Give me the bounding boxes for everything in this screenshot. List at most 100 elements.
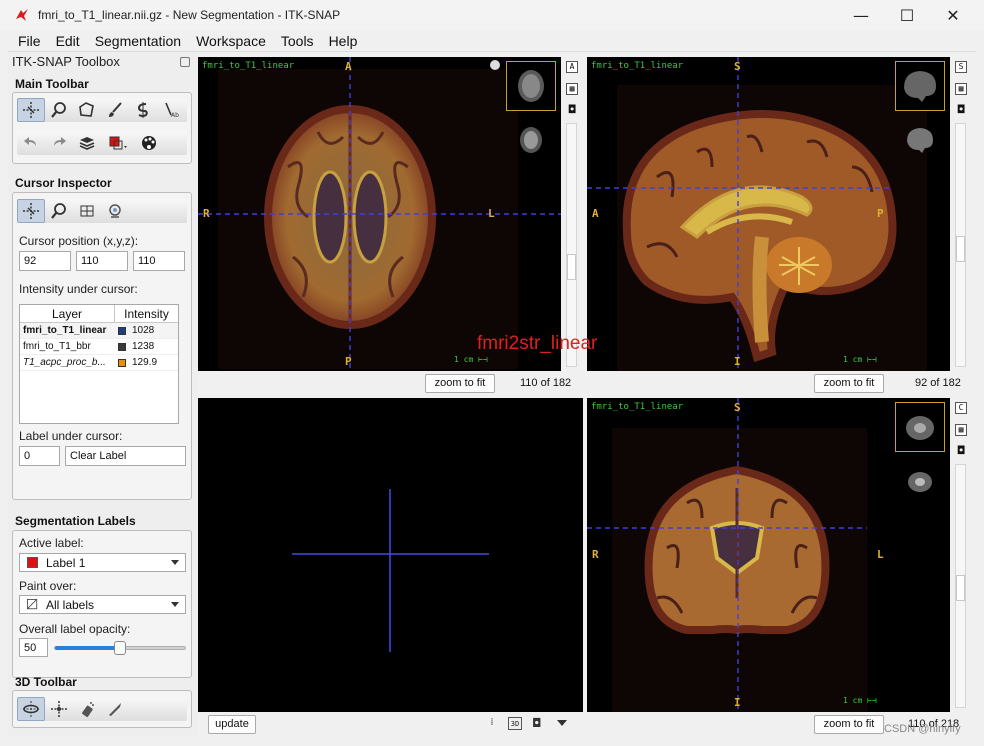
coronal-thumbnail-2[interactable] — [901, 462, 939, 500]
chevron-down-icon[interactable] — [557, 720, 567, 726]
close-button[interactable]: ✕ — [930, 0, 976, 30]
undo-icon[interactable] — [17, 131, 45, 155]
opacity-slider[interactable] — [54, 641, 186, 655]
coronal-zoom-to-fit-button[interactable]: zoom to fit — [814, 715, 884, 734]
watermark: CSDN @hlnylfy — [884, 723, 961, 735]
view-options-icon[interactable] — [490, 60, 500, 70]
table-row[interactable]: fmri_to_T1_linear 1028 — [20, 323, 178, 339]
coronal-orient-top: S — [734, 401, 741, 414]
redo-icon[interactable] — [45, 131, 73, 155]
crosshair-mode-icon[interactable] — [17, 199, 45, 223]
coronal-thumbnail-active[interactable] — [895, 402, 945, 452]
table-row[interactable]: T1_acpc_proc_b... 129.9 — [20, 355, 178, 371]
axial-view[interactable]: fmri_to_T1_linear A P R L 1 cm ⊢⊣ — [198, 57, 561, 371]
all-labels-icon — [27, 599, 38, 610]
render-options-icon[interactable]: ⁞ — [485, 717, 499, 731]
undock-icon[interactable] — [180, 57, 190, 67]
cursor-position-label: Cursor position (x,y,z): — [19, 234, 139, 248]
title-bar: fmri_to_T1_linear.nii.gz - New Segmentat… — [0, 0, 984, 30]
menu-file[interactable]: File — [18, 33, 41, 49]
zoom-mode-icon[interactable] — [45, 199, 73, 223]
axial-orient-right: L — [488, 207, 495, 220]
opacity-field[interactable]: 50 — [19, 638, 48, 657]
cursor-y-field[interactable]: 110 — [76, 251, 128, 271]
sagittal-orient-left: A — [592, 207, 599, 220]
scalpel-icon[interactable] — [101, 697, 129, 721]
camera-icon[interactable]: ◘ — [566, 104, 578, 117]
column-header-layer[interactable]: Layer — [20, 305, 115, 322]
coronal-scroll-thumb[interactable] — [956, 575, 965, 601]
sagittal-scroll-thumb[interactable] — [956, 236, 965, 262]
segmentation-labels-panel: Active label: Label 1 Paint over: All la… — [12, 530, 192, 678]
paintbrush-tool-icon[interactable] — [101, 98, 129, 122]
snake-tool-icon[interactable] — [129, 98, 157, 122]
sagittal-orient-bottom: I — [734, 355, 741, 368]
grid-layout-icon[interactable]: ▦ — [955, 83, 967, 95]
grid-layout-icon[interactable]: ▦ — [955, 424, 967, 436]
axial-orient-top: A — [345, 60, 352, 73]
menu-bar: File Edit Segmentation Workspace Tools H… — [8, 30, 976, 52]
sagittal-layout-button[interactable]: S — [955, 61, 967, 73]
sagittal-thumbnail-2[interactable] — [901, 121, 939, 159]
menu-segmentation[interactable]: Segmentation — [95, 33, 181, 49]
sync-icon[interactable] — [101, 199, 129, 223]
crosshair-3d-icon[interactable] — [45, 697, 73, 721]
rotate-3d-icon[interactable] — [17, 697, 45, 721]
polygon-tool-icon[interactable] — [73, 98, 101, 122]
sagittal-view-footer: zoom to fit 92 of 182 — [587, 372, 970, 396]
label-id-field[interactable]: 0 — [19, 446, 60, 466]
grid-layout-icon[interactable]: ▦ — [566, 83, 578, 95]
opacity-slider-handle[interactable] — [114, 641, 126, 655]
three-d-view[interactable] — [198, 398, 583, 712]
overlay-annotation: fmri2str_linear — [477, 333, 598, 354]
intensity-swatch — [118, 342, 126, 351]
coronal-layout-button[interactable]: C — [955, 402, 967, 414]
axial-scroll-thumb[interactable] — [567, 254, 576, 280]
camera-icon[interactable]: ◘ — [532, 716, 542, 730]
coronal-slice-scrollbar[interactable] — [955, 464, 966, 708]
sagittal-slice-scrollbar[interactable] — [955, 123, 966, 367]
label-name-field[interactable]: Clear Label — [65, 446, 186, 466]
axial-slice-scrollbar[interactable] — [566, 123, 577, 367]
menu-help[interactable]: Help — [329, 33, 358, 49]
paint-over-dropdown[interactable]: All labels — [19, 595, 186, 614]
sagittal-view[interactable]: fmri_to_T1_linear S I A P 1 cm ⊢⊣ — [587, 57, 950, 371]
crosshair-tool-icon[interactable] — [17, 98, 45, 122]
label-color-icon[interactable] — [101, 131, 135, 155]
camera-icon[interactable]: ◘ — [955, 104, 967, 117]
menu-edit[interactable]: Edit — [56, 33, 80, 49]
three-d-icon[interactable]: 3D — [508, 717, 522, 730]
axial-thumbnail-active[interactable] — [506, 61, 556, 111]
coronal-view[interactable]: fmri_to_T1_linear S I R L 1 cm ⊢⊣ — [587, 398, 950, 712]
label-under-cursor-title: Label under cursor: — [19, 429, 123, 443]
axial-thumbnail-2[interactable] — [512, 121, 550, 159]
toolbar-3d-panel — [12, 690, 192, 728]
column-header-intensity[interactable]: Intensity — [115, 305, 178, 322]
sagittal-thumbnail-active[interactable] — [895, 61, 945, 111]
update-button[interactable]: update — [208, 715, 256, 734]
maximize-button[interactable]: ☐ — [884, 0, 930, 30]
edit-tool-row — [17, 131, 187, 155]
itk-snap-window: fmri_to_T1_linear.nii.gz - New Segmentat… — [0, 0, 984, 746]
active-label-dropdown[interactable]: Label 1 — [19, 553, 186, 572]
spray-paint-icon[interactable] — [73, 697, 101, 721]
toolbox-title: ITK-SNAP Toolbox — [12, 54, 120, 69]
camera-icon[interactable]: ◘ — [955, 445, 967, 458]
minimize-button[interactable]: — — [838, 0, 884, 30]
annotation-tool-icon[interactable]: Ab — [157, 98, 185, 122]
cursor-z-field[interactable]: 110 — [133, 251, 185, 271]
axial-layout-button[interactable]: A — [566, 61, 578, 73]
layers-icon[interactable] — [73, 131, 101, 155]
table-row[interactable]: fmri_to_T1_bbr 1238 — [20, 339, 178, 355]
sagittal-zoom-to-fit-button[interactable]: zoom to fit — [814, 374, 884, 393]
palette-icon[interactable] — [135, 131, 163, 155]
menu-workspace[interactable]: Workspace — [196, 33, 266, 49]
zoom-tool-icon[interactable] — [45, 98, 73, 122]
menu-tools[interactable]: Tools — [281, 33, 314, 49]
cursor-x-field[interactable]: 92 — [19, 251, 71, 271]
grid-icon[interactable] — [73, 199, 101, 223]
axial-zoom-to-fit-button[interactable]: zoom to fit — [425, 374, 495, 393]
layer-name: fmri_to_T1_linear — [23, 325, 107, 336]
axial-view-footer: zoom to fit 110 of 182 — [198, 372, 581, 396]
main-tool-row: Ab — [17, 98, 187, 122]
